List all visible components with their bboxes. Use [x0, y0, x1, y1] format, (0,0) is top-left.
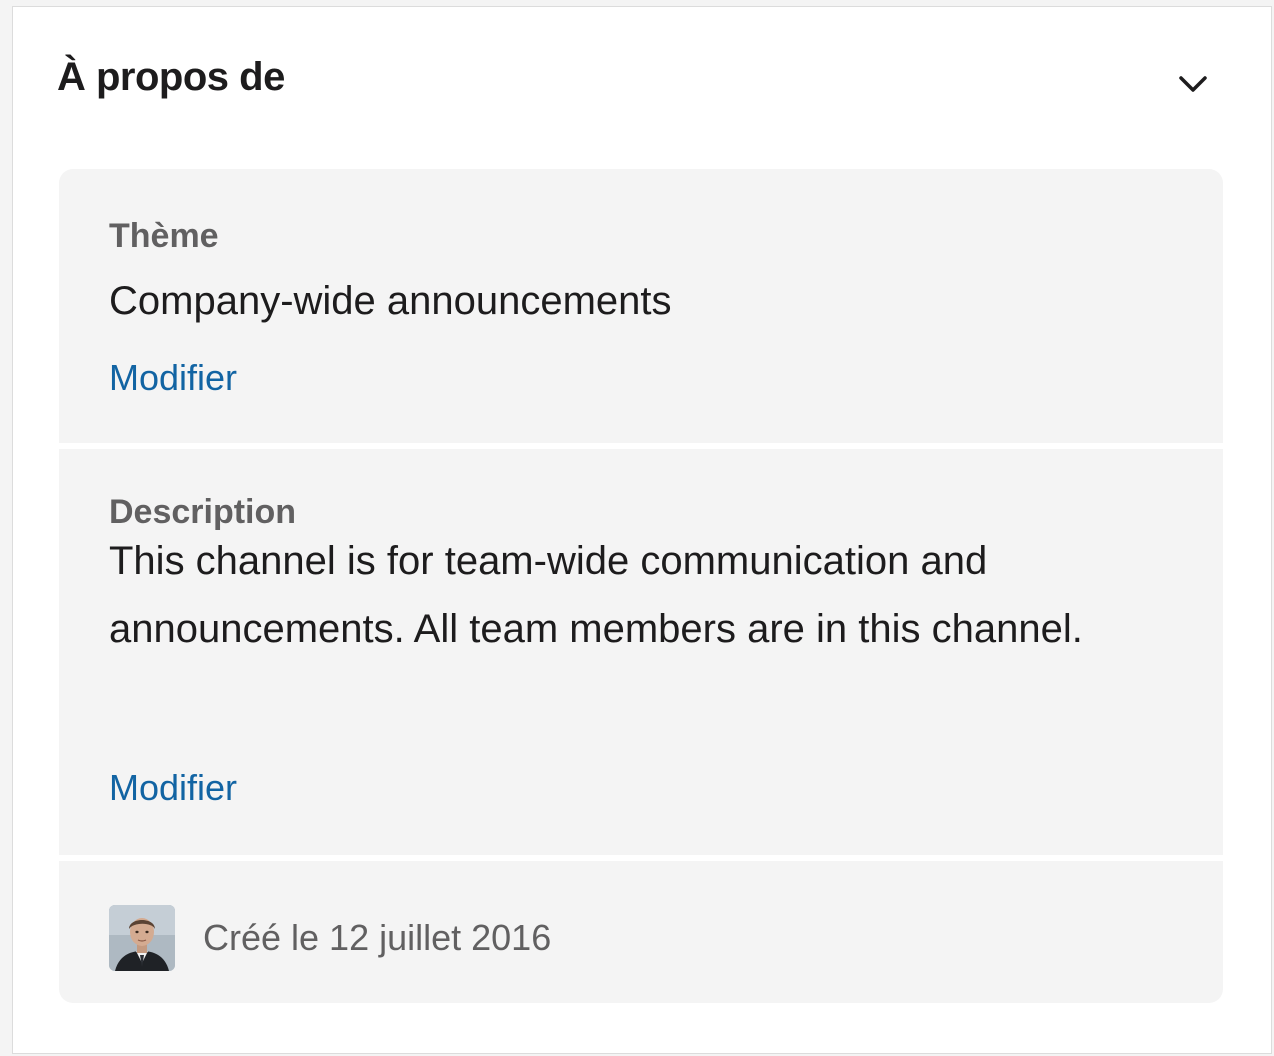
chevron-down-icon[interactable]	[1173, 63, 1213, 103]
description-value: This channel is for team-wide communicat…	[109, 539, 1083, 651]
topic-section: Thème Company-wide announcements Modifie…	[59, 169, 1223, 443]
description-section: Description This channel is for team-wid…	[59, 449, 1223, 855]
created-section: Créé le 12 juillet 2016	[59, 861, 1223, 1003]
about-header[interactable]: À propos de	[13, 7, 1271, 157]
user-avatar[interactable]	[109, 905, 175, 971]
about-title: À propos de	[57, 55, 285, 99]
edit-description-link[interactable]: Modifier	[109, 767, 237, 809]
avatar-image	[109, 905, 175, 971]
edit-topic-link[interactable]: Modifier	[109, 357, 237, 399]
topic-value: Company-wide announcements	[109, 279, 672, 323]
topic-label: Thème	[109, 217, 219, 255]
about-details-card: Thème Company-wide announcements Modifie…	[59, 169, 1223, 1003]
created-date-text: Créé le 12 juillet 2016	[203, 917, 552, 958]
about-panel: À propos de Thème Company-wide announcem…	[12, 6, 1272, 1054]
